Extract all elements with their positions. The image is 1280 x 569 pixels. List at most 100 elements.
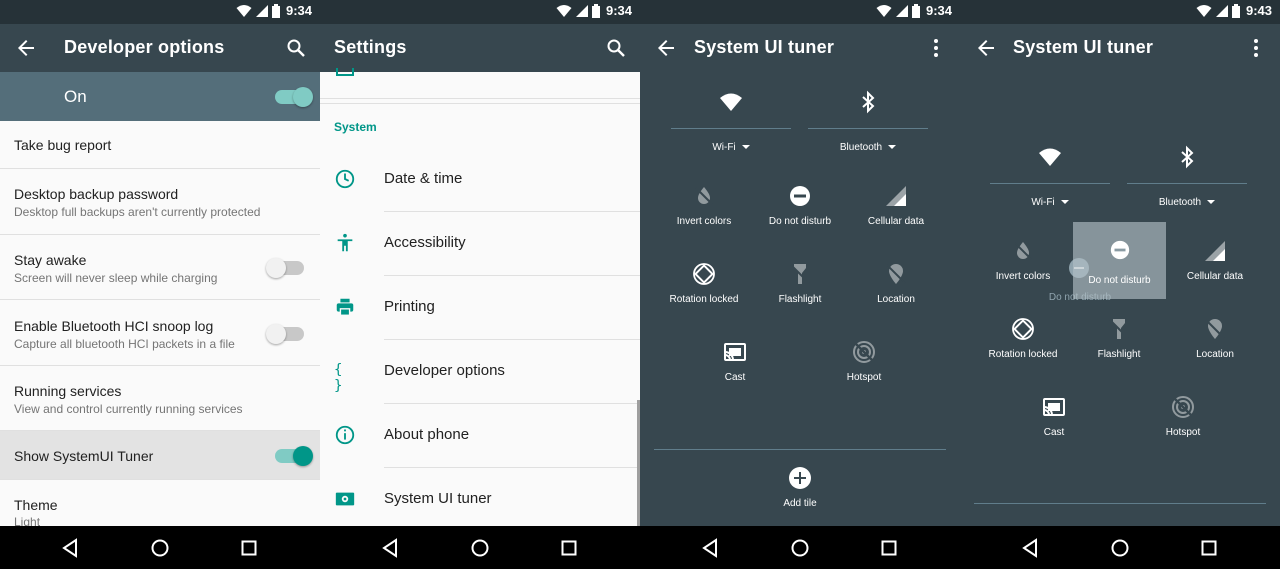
divider <box>974 503 1266 504</box>
settings-item-developer-options[interactable]: { } Developer options <box>320 340 640 404</box>
cell-signal-icon <box>1215 4 1228 17</box>
settings-item-about-phone[interactable]: About phone <box>320 404 640 468</box>
status-bar: 9:34 <box>0 0 320 24</box>
master-switch-bar[interactable]: On <box>0 72 320 121</box>
home-nav-icon[interactable] <box>149 537 171 559</box>
recents-nav-icon[interactable] <box>1198 537 1220 559</box>
list-item[interactable]: Take bug report <box>0 121 320 169</box>
tile-bluetooth[interactable]: Bluetooth <box>1127 145 1247 215</box>
tile-label: Cast <box>724 372 746 383</box>
settings-item-accessibility[interactable]: Accessibility <box>320 212 640 276</box>
tile-flashlight[interactable]: Flashlight <box>1071 317 1167 387</box>
tile-cast[interactable]: Cast <box>687 340 783 410</box>
tile-flashlight[interactable]: Flashlight <box>752 262 848 332</box>
list-item[interactable]: Running services View and control curren… <box>0 366 320 431</box>
flashlight-icon <box>1109 319 1129 339</box>
status-bar: 9:43 <box>960 0 1280 24</box>
app-bar: Developer options <box>0 24 320 72</box>
item-label: Accessibility <box>384 234 466 251</box>
recents-nav-icon[interactable] <box>558 537 580 559</box>
dragged-tile-do-not-disturb[interactable]: Do not disturb <box>1073 222 1166 299</box>
clock-time: 9:34 <box>605 3 632 18</box>
settings-item-date-time[interactable]: Date & time <box>320 148 640 212</box>
page-title: System UI tuner <box>694 37 835 57</box>
tile-hotspot[interactable]: Hotspot <box>816 340 912 410</box>
tile-rotation-locked[interactable]: Rotation locked <box>656 262 752 332</box>
tile-label: Flashlight <box>778 294 822 305</box>
tile-cellular-data[interactable]: Cellular data <box>1167 239 1263 309</box>
settings-item-printing[interactable]: Printing <box>320 276 640 340</box>
tile-label: Hotspot <box>846 372 882 383</box>
item-label: System UI tuner <box>384 490 492 507</box>
search-icon[interactable] <box>284 36 308 60</box>
master-toggle[interactable] <box>275 87 313 107</box>
hci-snoop-toggle[interactable] <box>266 324 304 344</box>
stay-awake-toggle[interactable] <box>266 258 304 278</box>
list-item[interactable]: Show SystemUI Tuner <box>0 431 320 480</box>
list-item[interactable]: Stay awake Screen will never sleep while… <box>0 235 320 300</box>
settings-item-system-ui-tuner[interactable]: System UI tuner <box>320 468 640 532</box>
tile-invert-colors[interactable]: Invert colors <box>656 184 752 254</box>
back-arrow-icon[interactable] <box>654 36 678 60</box>
item-title: Desktop backup password <box>14 186 179 202</box>
home-nav-icon[interactable] <box>789 537 811 559</box>
recents-nav-icon[interactable] <box>238 537 260 559</box>
overflow-menu-icon[interactable] <box>1244 36 1268 60</box>
cellular-data-icon <box>886 186 906 206</box>
tile-label: Cellular data <box>867 216 925 227</box>
wifi-icon <box>720 93 742 111</box>
dropdown-caret-icon[interactable] <box>741 145 750 150</box>
back-arrow-icon[interactable] <box>974 36 998 60</box>
cell-signal-icon <box>895 4 908 17</box>
app-bar: System UI tuner <box>960 24 1280 72</box>
tile-location[interactable]: Location <box>848 262 944 332</box>
dropdown-caret-icon[interactable] <box>1207 200 1216 205</box>
back-nav-icon[interactable] <box>380 537 402 559</box>
home-nav-icon[interactable] <box>1109 537 1131 559</box>
home-nav-icon[interactable] <box>469 537 491 559</box>
wifi-signal-icon <box>876 4 892 17</box>
tile-label: Rotation locked <box>669 294 739 305</box>
battery-icon <box>591 3 600 18</box>
dropdown-caret-icon[interactable] <box>1060 200 1069 205</box>
dropdown-caret-icon[interactable] <box>888 145 897 150</box>
tile-label: Do not disturb <box>1088 275 1151 286</box>
systemui-tuner-toggle[interactable] <box>275 446 313 466</box>
list-item[interactable]: Desktop backup password Desktop full bac… <box>0 169 320 235</box>
tile-label: Cast <box>1043 427 1065 438</box>
tile-cellular-data[interactable]: Cellular data <box>848 184 944 254</box>
app-bar: Settings <box>320 24 640 72</box>
tile-label: Bluetooth <box>1158 197 1202 208</box>
overflow-menu-icon[interactable] <box>924 36 948 60</box>
back-nav-icon[interactable] <box>60 537 82 559</box>
braces-icon: { } <box>334 362 343 394</box>
search-icon[interactable] <box>604 36 628 60</box>
tile-label: Invert colors <box>676 216 732 227</box>
list-item[interactable]: Enable Bluetooth HCI snoop log Capture a… <box>0 300 320 366</box>
wifi-signal-icon <box>236 4 252 17</box>
tile-hotspot[interactable]: Hotspot <box>1135 395 1231 465</box>
system-ui-tuner-screen: 9:34 System UI tuner Wi-Fi Bluetooth Inv… <box>640 0 960 569</box>
tile-rotation-locked[interactable]: Rotation locked <box>975 317 1071 387</box>
tile-cast[interactable]: Cast <box>1006 395 1102 465</box>
tile-label: Add tile <box>783 498 817 509</box>
item-subtitle: Desktop full backups aren't currently pr… <box>14 205 261 219</box>
battery-icon <box>911 3 920 18</box>
back-arrow-icon[interactable] <box>14 36 38 60</box>
cell-signal-icon <box>575 4 588 17</box>
tile-wifi[interactable]: Wi-Fi <box>671 90 791 160</box>
hotspot-icon <box>1172 396 1194 418</box>
recents-nav-icon[interactable] <box>878 537 900 559</box>
back-nav-icon[interactable] <box>700 537 722 559</box>
flashlight-icon <box>790 264 810 284</box>
tile-bluetooth[interactable]: Bluetooth <box>808 90 928 160</box>
tile-do-not-disturb[interactable]: Do not disturb <box>752 184 848 254</box>
tile-wifi[interactable]: Wi-Fi <box>990 145 1110 215</box>
do-not-disturb-icon <box>1110 240 1130 260</box>
back-nav-icon[interactable] <box>1020 537 1042 559</box>
accessibility-icon <box>337 233 353 252</box>
status-bar: 9:34 <box>320 0 640 24</box>
tile-location[interactable]: Location <box>1167 317 1263 387</box>
location-off-icon <box>1205 319 1225 339</box>
tile-label: Bluetooth <box>839 142 883 153</box>
